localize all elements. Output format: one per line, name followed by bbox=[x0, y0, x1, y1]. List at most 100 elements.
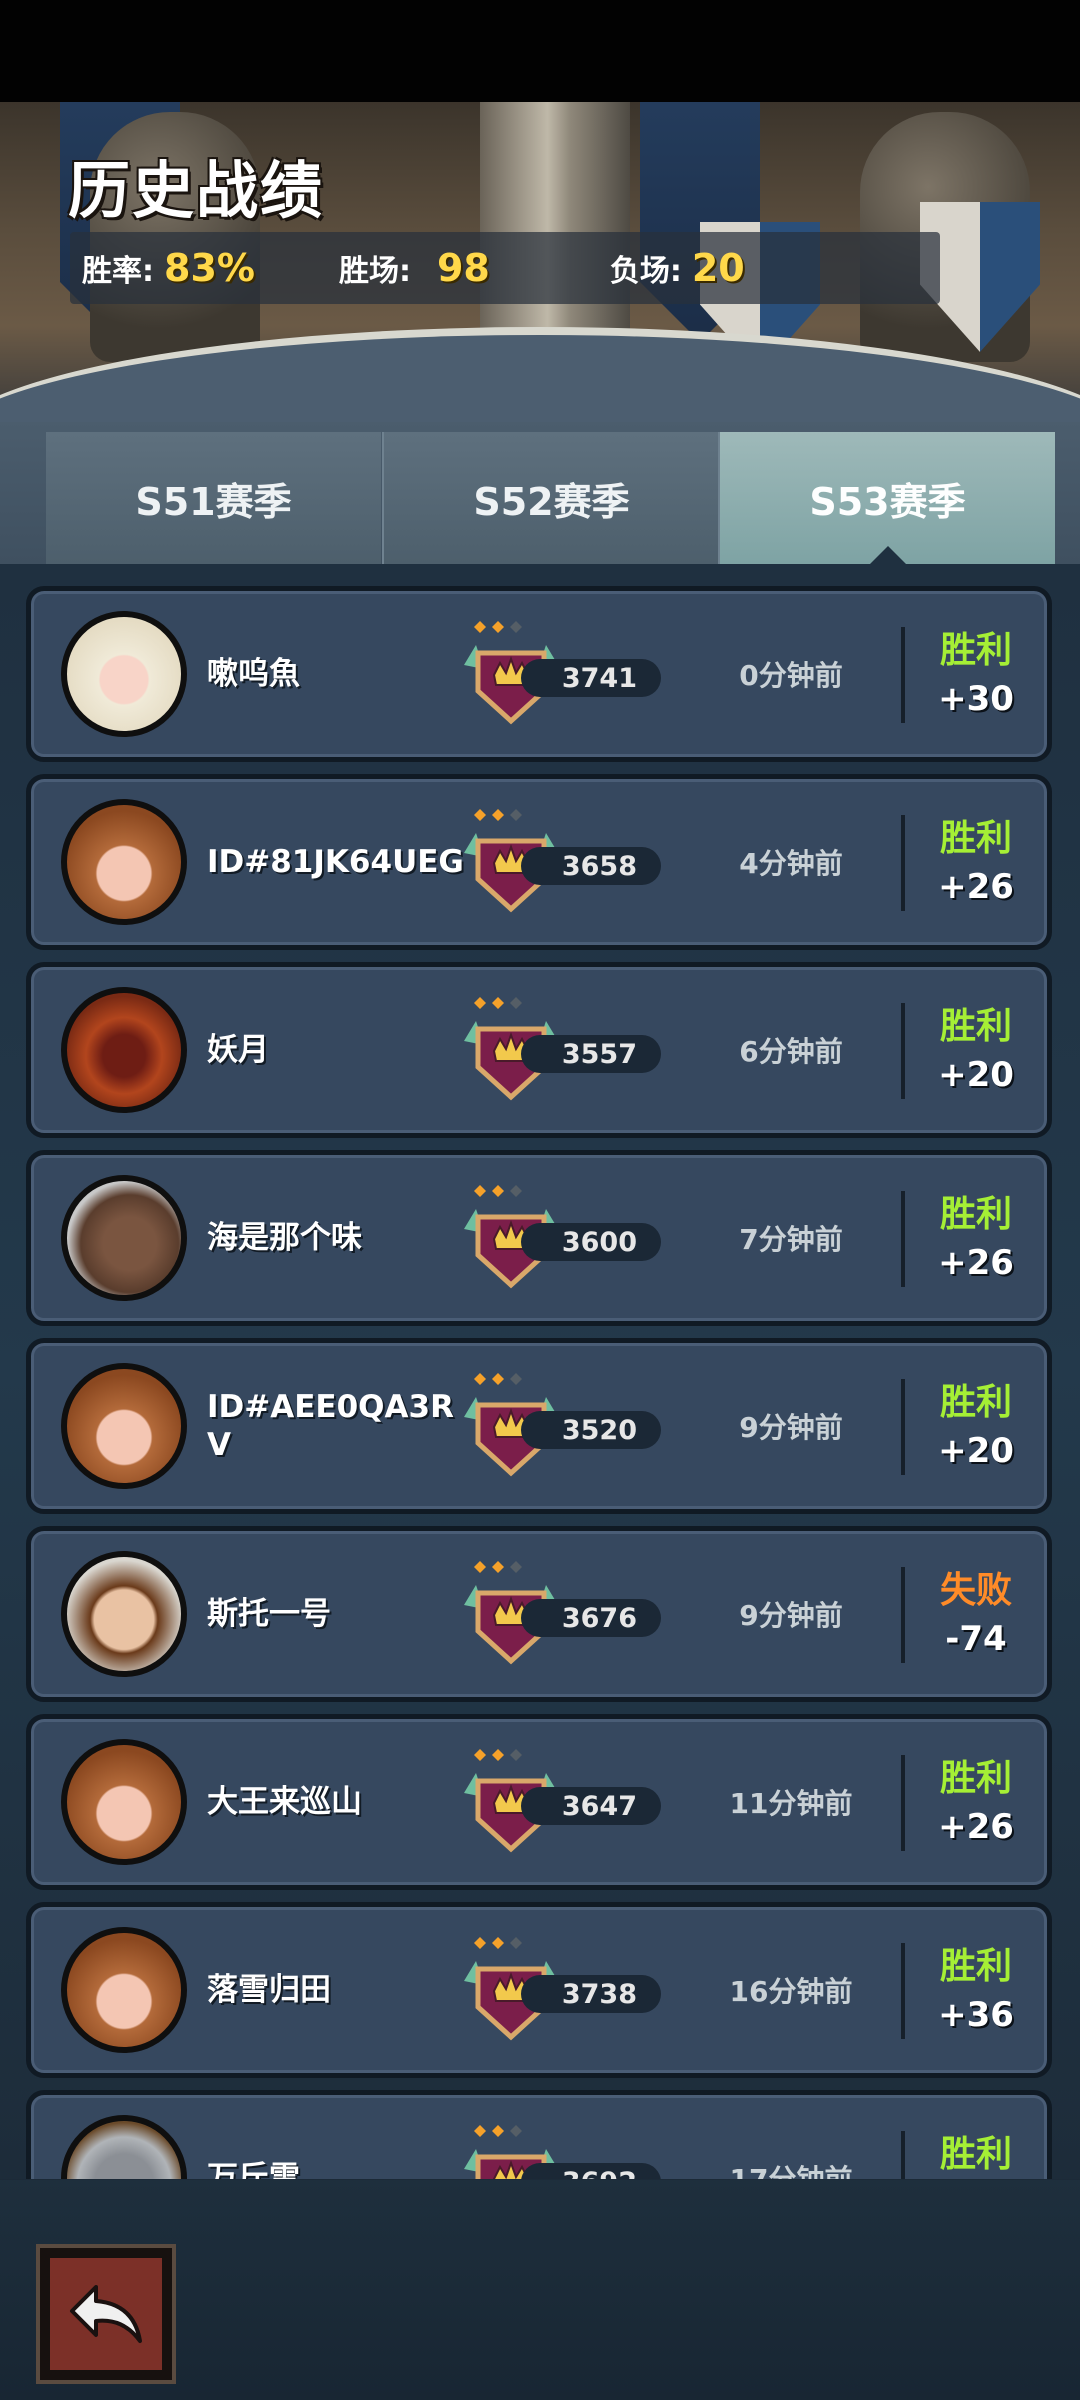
match-row[interactable]: 落雪归田 3738 16分钟前 胜利 +36 bbox=[26, 1902, 1052, 2078]
score-change: +36 bbox=[938, 1995, 1014, 2035]
row-divider bbox=[901, 1379, 905, 1475]
win-rate-stat: 胜率: 83% bbox=[82, 246, 255, 290]
row-divider bbox=[901, 815, 905, 911]
rank-score-value: 3676 bbox=[561, 1602, 637, 1634]
match-time: 7分钟前 bbox=[739, 1223, 843, 1256]
score-change: +20 bbox=[938, 1431, 1014, 1471]
match-time: 11分钟前 bbox=[729, 1787, 853, 1820]
stats-bar: 胜率: 83% 胜场: 98 负场: 20 bbox=[70, 232, 940, 304]
victory-label: 胜利 bbox=[939, 1194, 1012, 1235]
rank-score: 3676 bbox=[521, 1599, 661, 1637]
tab-s52[interactable]: S52赛季 bbox=[382, 432, 719, 564]
row-divider bbox=[901, 2131, 905, 2179]
win-rate-label: 胜率: bbox=[82, 254, 154, 289]
pumpkin-avatar[interactable] bbox=[61, 1739, 187, 1865]
rank-score-value: 3738 bbox=[561, 1978, 637, 2010]
player-name: 海是那个味 bbox=[207, 1220, 362, 1256]
row-divider bbox=[901, 627, 905, 723]
match-time: 9分钟前 bbox=[739, 1599, 843, 1632]
pumpkin-avatar[interactable] bbox=[61, 799, 187, 925]
status-bar bbox=[0, 0, 1080, 102]
match-time: 4分钟前 bbox=[739, 847, 843, 880]
victory-label: 胜利 bbox=[939, 2134, 1012, 2175]
row-divider bbox=[901, 1755, 905, 1851]
victory-label: 胜利 bbox=[939, 818, 1012, 859]
losses-value: 20 bbox=[691, 246, 745, 290]
score-change: +26 bbox=[938, 1243, 1014, 1283]
row-divider bbox=[901, 1191, 905, 1287]
score-change: +26 bbox=[938, 867, 1014, 907]
rank-score-value: 3520 bbox=[561, 1414, 637, 1446]
tab-label: S51赛季 bbox=[135, 479, 292, 524]
rank-score-value: 3557 bbox=[561, 1038, 637, 1070]
rank-score: 3600 bbox=[521, 1223, 661, 1261]
losses-stat: 负场: 20 bbox=[610, 246, 745, 290]
losses-label: 负场: bbox=[609, 254, 682, 289]
player-name: ID#81JK64UEG bbox=[207, 844, 464, 880]
player-name: 万斤雷 bbox=[207, 2160, 300, 2179]
player-name: ID#AEE0QA3RV bbox=[207, 1389, 454, 1463]
mage-avatar[interactable] bbox=[61, 987, 187, 1113]
rank-score: 3692 bbox=[521, 2163, 661, 2179]
match-row[interactable]: 斯托一号 3676 9分钟前 失败 -74 bbox=[26, 1526, 1052, 1702]
score-change: +20 bbox=[938, 1055, 1014, 1095]
sheep-avatar[interactable] bbox=[61, 611, 187, 737]
victory-label: 胜利 bbox=[939, 630, 1012, 671]
rank-score: 3520 bbox=[521, 1411, 661, 1449]
player-name: 斯托一号 bbox=[207, 1596, 331, 1632]
rank-score-value: 3658 bbox=[561, 850, 637, 882]
pumpkin-avatar[interactable] bbox=[61, 1363, 187, 1489]
player-name: 落雪归田 bbox=[207, 1972, 331, 2008]
match-time: 0分钟前 bbox=[739, 659, 843, 692]
match-row[interactable]: ID#AEE0QA3RV 3520 9分钟前 胜利 +20 bbox=[26, 1338, 1052, 1514]
match-history-list[interactable]: 嗽呜魚 3741 0分钟前 胜利 +30 ID#81JK64UEG 3658 4… bbox=[0, 564, 1080, 2179]
match-row[interactable]: 海是那个味 3600 7分钟前 胜利 +26 bbox=[26, 1150, 1052, 1326]
tab-s51[interactable]: S51赛季 bbox=[46, 432, 381, 564]
score-change: +26 bbox=[938, 1807, 1014, 1847]
match-row[interactable]: 嗽呜魚 3741 0分钟前 胜利 +30 bbox=[26, 586, 1052, 762]
tab-label: S53赛季 bbox=[809, 479, 966, 524]
rank-score: 3647 bbox=[521, 1787, 661, 1825]
rank-score-value: 3692 bbox=[562, 2167, 637, 2180]
player-name: 嗽呜魚 bbox=[207, 656, 300, 692]
score-change: -74 bbox=[945, 1619, 1007, 1659]
wins-value: 98 bbox=[436, 246, 490, 290]
rank-score-value: 3647 bbox=[561, 1790, 637, 1822]
player-name: 大王来巡山 bbox=[207, 1784, 362, 1820]
victory-label: 胜利 bbox=[939, 1946, 1012, 1987]
man-avatar[interactable] bbox=[61, 1551, 187, 1677]
tab-s53[interactable]: S53赛季 bbox=[718, 432, 1055, 564]
wins-label: 胜场: bbox=[338, 254, 411, 289]
match-time: 16分钟前 bbox=[729, 1975, 853, 2008]
row-divider bbox=[901, 1003, 905, 1099]
victory-label: 胜利 bbox=[939, 1006, 1012, 1047]
robot-avatar[interactable] bbox=[61, 2115, 187, 2179]
rank-score: 3738 bbox=[521, 1975, 661, 2013]
match-row[interactable]: 妖月 3557 6分钟前 胜利 +20 bbox=[26, 962, 1052, 1138]
score-change: +30 bbox=[938, 679, 1014, 719]
row-divider bbox=[901, 1943, 905, 2039]
rank-score: 3741 bbox=[521, 659, 661, 697]
match-row[interactable]: 万斤雷 3692 17分钟前 胜利 +36 bbox=[26, 2090, 1052, 2179]
defeat-label: 失败 bbox=[939, 1570, 1012, 1611]
page-title: 历史战绩 bbox=[68, 154, 325, 227]
victory-label: 胜利 bbox=[939, 1382, 1012, 1423]
player-name: 妖月 bbox=[207, 1032, 269, 1068]
back-button[interactable] bbox=[36, 2244, 176, 2384]
match-time: 9分钟前 bbox=[739, 1411, 843, 1444]
win-rate-value: 83% bbox=[164, 246, 255, 290]
row-divider bbox=[901, 1567, 905, 1663]
rank-score: 3658 bbox=[521, 847, 661, 885]
tab-label: S52赛季 bbox=[473, 479, 630, 524]
match-time: 6分钟前 bbox=[739, 1035, 843, 1068]
monster-avatar[interactable] bbox=[61, 1175, 187, 1301]
rank-score-value: 3600 bbox=[561, 1226, 637, 1258]
rank-score-value: 3741 bbox=[561, 662, 637, 694]
rank-score: 3557 bbox=[521, 1035, 661, 1073]
pumpkin-avatar[interactable] bbox=[61, 1927, 187, 2053]
wins-stat: 胜场: 98 bbox=[339, 246, 490, 290]
victory-label: 胜利 bbox=[939, 1758, 1012, 1799]
match-row[interactable]: 大王来巡山 3647 11分钟前 胜利 +26 bbox=[26, 1714, 1052, 1890]
match-row[interactable]: ID#81JK64UEG 3658 4分钟前 胜利 +26 bbox=[26, 774, 1052, 950]
match-time: 17分钟前 bbox=[691, 2095, 891, 2179]
